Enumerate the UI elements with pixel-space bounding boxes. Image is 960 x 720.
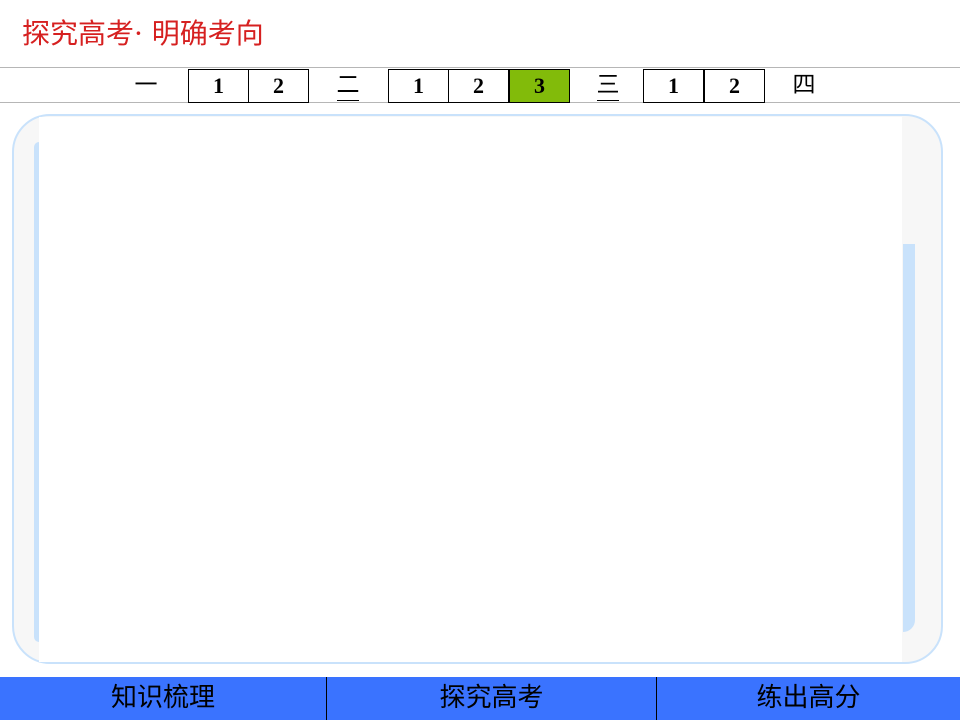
bottom-navigation: 知识梳理 探究高考 练出高分 (0, 677, 960, 720)
section-nav-bar: 一 1 2 二 1 2 3 三 1 2 四 (0, 67, 960, 103)
section-2-item-1-button[interactable]: 1 (388, 69, 449, 103)
section-3-item-2-button[interactable]: 2 (704, 69, 765, 103)
section-1-label[interactable]: 一 (128, 68, 164, 103)
blank-content-area (39, 117, 902, 662)
section-2-item-3-button-active[interactable]: 3 (509, 69, 570, 103)
section-4-label[interactable]: 四 (786, 68, 822, 103)
section-3-label[interactable]: 三 (590, 68, 626, 103)
section-2-item-2-button[interactable]: 2 (448, 69, 509, 103)
explore-exam-tab[interactable]: 探究高考 (327, 677, 656, 720)
high-score-practice-tab[interactable]: 练出高分 (657, 677, 960, 720)
knowledge-review-tab[interactable]: 知识梳理 (0, 677, 326, 720)
slide-page: 探究高考· 明确考向 一 1 2 二 1 2 3 三 1 2 四 知识梳理 探究… (0, 0, 960, 720)
section-1-item-1-button[interactable]: 1 (188, 69, 249, 103)
section-3-item-1-button[interactable]: 1 (643, 69, 704, 103)
section-nav-row: 一 1 2 二 1 2 3 三 1 2 四 (0, 68, 960, 103)
page-title: 探究高考· 明确考向 (22, 17, 264, 50)
section-1-item-2-button[interactable]: 2 (248, 69, 309, 103)
section-2-label[interactable]: 二 (330, 68, 366, 103)
frame-right-band (903, 244, 915, 632)
